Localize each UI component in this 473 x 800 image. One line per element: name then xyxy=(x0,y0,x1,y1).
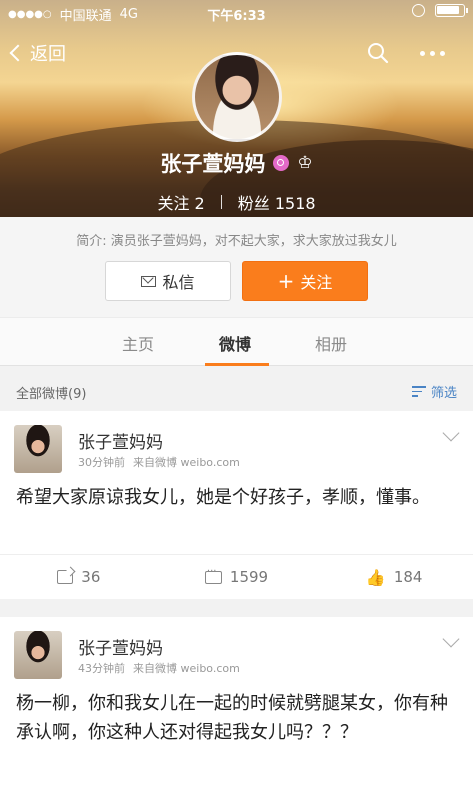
post-meta: 30分钟前 来自微博 weibo.com xyxy=(78,454,240,470)
repost-icon xyxy=(57,570,74,584)
tab-weibo[interactable]: 微博 xyxy=(219,331,251,355)
profile-bio: 简介: 演员张子萱妈妈，对不起大家，求大家放过我女儿 xyxy=(76,234,397,249)
chevron-left-icon xyxy=(9,44,27,62)
rotation-lock-icon xyxy=(412,4,425,17)
post-source: 来自微博 weibo.com xyxy=(133,662,240,675)
filter-label: 筛选 xyxy=(430,386,457,401)
profile-tabs: 主页 微博 相册 xyxy=(0,317,473,366)
following-count: 2 xyxy=(194,194,205,213)
post-username[interactable]: 张子萱妈妈 xyxy=(78,634,163,659)
avatar[interactable] xyxy=(14,425,62,473)
fans-stat[interactable]: 粉丝 1518 xyxy=(238,190,316,214)
message-button[interactable]: 私信 xyxy=(105,261,231,301)
status-bar: ●●●●○ 中国联通 4G 下午6:33 xyxy=(0,0,473,26)
follow-label: 关注 xyxy=(300,273,333,292)
chevron-down-icon[interactable] xyxy=(442,424,460,442)
clock: 下午6:33 xyxy=(207,9,266,24)
message-label: 私信 xyxy=(162,273,195,292)
mail-icon xyxy=(141,275,157,287)
profile-name: 张子萱妈妈 xyxy=(160,152,266,176)
thumbs-up-icon: 👍 xyxy=(365,567,386,587)
post-source: 来自微博 weibo.com xyxy=(133,456,240,469)
battery-icon xyxy=(435,4,468,17)
fans-count: 1518 xyxy=(274,194,316,213)
like-button[interactable]: 👍 184 xyxy=(315,555,473,599)
repost-button[interactable]: 36 xyxy=(0,555,158,599)
chevron-down-icon[interactable] xyxy=(442,630,460,648)
back-label: 返回 xyxy=(30,44,66,65)
tab-album[interactable]: 相册 xyxy=(315,331,347,355)
comment-button[interactable]: 1599 xyxy=(158,555,316,599)
divider xyxy=(220,195,222,209)
filter-button[interactable]: 筛选 xyxy=(411,382,457,401)
profile-name-row: 张子萱妈妈 ♔ xyxy=(0,148,473,178)
avatar[interactable] xyxy=(14,631,62,679)
following-label: 关注 xyxy=(157,194,190,213)
filter-icon xyxy=(411,386,426,397)
plus-icon: + xyxy=(277,269,295,293)
following-stat[interactable]: 关注 2 xyxy=(157,190,204,214)
follow-button[interactable]: + 关注 xyxy=(242,261,368,301)
post-meta: 43分钟前 来自微博 weibo.com xyxy=(78,660,240,676)
post-time: 30分钟前 xyxy=(78,456,125,469)
weibo-post[interactable]: 张子萱妈妈 30分钟前 来自微博 weibo.com 希望大家原谅我女儿，她是个… xyxy=(0,411,473,599)
weibo-post[interactable]: 张子萱妈妈 43分钟前 来自微博 weibo.com 杨一柳，你和我女儿在一起的… xyxy=(0,617,473,800)
profile-intro: 简介: 演员张子萱妈妈，对不起大家，求大家放过我女儿 私信 + 关注 xyxy=(0,217,473,317)
follow-stats: 关注 2 粉丝 1518 xyxy=(0,190,473,214)
like-count: 184 xyxy=(393,568,423,586)
member-badge-icon[interactable] xyxy=(273,155,290,171)
comment-count: 1599 xyxy=(229,568,269,586)
post-text: 希望大家原谅我女儿，她是个好孩子，孝顺，懂事。 xyxy=(16,487,430,508)
back-button[interactable]: 返回 xyxy=(9,40,66,66)
profile-avatar[interactable] xyxy=(192,52,282,142)
post-username[interactable]: 张子萱妈妈 xyxy=(78,428,163,453)
repost-count: 36 xyxy=(81,568,101,586)
tab-home[interactable]: 主页 xyxy=(122,331,154,355)
all-weibo-count: 全部微博(9) xyxy=(16,387,87,402)
weibo-list-header: 全部微博(9) 筛选 xyxy=(0,366,473,410)
post-actions: 36 1599 👍 184 xyxy=(0,554,473,599)
fans-label: 粉丝 xyxy=(237,194,270,213)
post-time: 43分钟前 xyxy=(78,662,125,675)
crown-icon[interactable]: ♔ xyxy=(297,153,312,173)
comment-icon xyxy=(204,566,222,584)
search-icon[interactable] xyxy=(367,42,389,64)
more-icon[interactable] xyxy=(420,42,450,64)
post-text: 杨一柳，你和我女儿在一起的时候就劈腿某女，你有种承认啊，你这种人还对得起我女儿吗… xyxy=(16,693,448,743)
